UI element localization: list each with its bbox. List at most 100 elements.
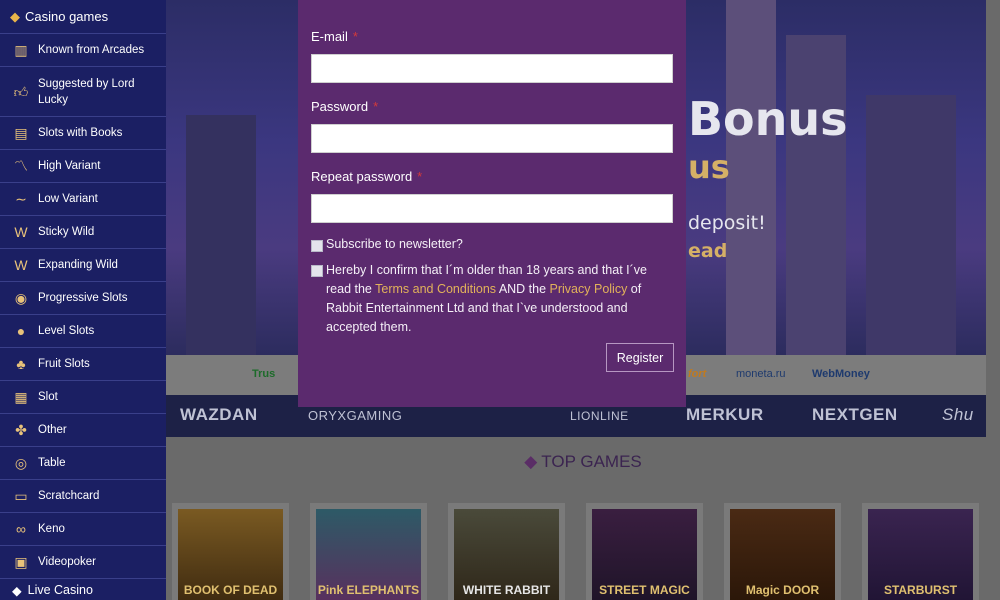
- provider-merkur[interactable]: MERKUR: [686, 405, 764, 425]
- game-card[interactable]: Pink ELEPHANTS: [310, 503, 427, 600]
- sidebar-header-label: Casino games: [25, 9, 109, 24]
- game-thumbnail: Magic DOOR: [730, 509, 835, 600]
- dice-icon: ◆: [10, 8, 20, 24]
- sidebar-item-label: Expanding Wild: [38, 259, 118, 271]
- dice-icon: ◆: [524, 452, 538, 471]
- hero-link[interactable]: ead: [688, 240, 727, 262]
- repeat-password-field[interactable]: [311, 194, 673, 223]
- sidebar-item-label: Low Variant: [38, 193, 98, 205]
- provider-wazdan[interactable]: WAZDAN: [180, 405, 258, 425]
- sidebar-item-slot[interactable]: ▦ Slot: [0, 381, 166, 414]
- trend-high-icon: 〽: [14, 158, 28, 174]
- sidebar-item-level-slots[interactable]: ● Level Slots: [0, 315, 166, 348]
- sidebar-item-live-casino[interactable]: ◆ Live Casino: [0, 579, 166, 600]
- sidebar-item-fruit-slots[interactable]: ♣ Fruit Slots: [0, 348, 166, 381]
- game-card[interactable]: STREET MAGIC: [586, 503, 703, 600]
- provider-shuffle[interactable]: Shu: [942, 405, 974, 425]
- password-label-text: Password: [311, 99, 369, 114]
- provider-oryx[interactable]: ORYXGAMING: [308, 408, 402, 423]
- webmoney-logo: WebMoney: [812, 368, 870, 380]
- password-label: Password *: [311, 99, 378, 114]
- sidebar-item-table[interactable]: ◎ Table: [0, 447, 166, 480]
- email-label: E-mail *: [311, 29, 358, 44]
- game-card[interactable]: STARBURST: [862, 503, 979, 600]
- sidebar-item-label: Keno: [38, 523, 65, 535]
- clover-icon: ✤: [15, 422, 27, 438]
- game-thumbnail: STREET MAGIC: [592, 509, 697, 600]
- top-games-heading: ◆ TOP GAMES: [166, 452, 1000, 472]
- newsletter-checkbox[interactable]: [311, 240, 323, 252]
- repeat-password-label: Repeat password *: [311, 169, 422, 184]
- book-icon: ▤: [14, 125, 28, 141]
- sidebar-item-slots-with-books[interactable]: ▤ Slots with Books: [0, 117, 166, 150]
- provider-lionline[interactable]: LIONLINE: [570, 409, 629, 423]
- hero-subtitle: us: [688, 148, 730, 186]
- sidebar-item-videopoker[interactable]: ▣ Videopoker: [0, 546, 166, 579]
- expanding-wild-icon: W: [14, 257, 28, 273]
- game-card[interactable]: BOOK OF DEAD: [172, 503, 289, 600]
- sidebar-header-casino-games[interactable]: ◆ Casino games: [0, 0, 166, 34]
- password-field[interactable]: [311, 124, 673, 153]
- sidebar-item-low-variant[interactable]: ∼ Low Variant: [0, 183, 166, 216]
- top-games-list: BOOK OF DEAD Pink ELEPHANTS WHITE RABBIT…: [172, 503, 979, 600]
- newsletter-label: Subscribe to newsletter?: [326, 237, 463, 251]
- required-mark: *: [352, 29, 358, 44]
- payment-logo: fort: [688, 368, 707, 380]
- sidebar-item-known-from-arcades[interactable]: ▥ Known from Arcades: [0, 34, 166, 67]
- hero-building: [726, 0, 776, 355]
- hero-building: [786, 35, 846, 355]
- sidebar-item-label: Suggested by Lord Lucky: [38, 77, 135, 106]
- sidebar-item-sticky-wild[interactable]: W Sticky Wild: [0, 216, 166, 249]
- sidebar-item-label: Level Slots: [38, 325, 95, 337]
- trend-low-icon: ∼: [15, 191, 27, 207]
- hero-text: deposit!: [688, 212, 766, 234]
- provider-nextgen[interactable]: NEXTGEN: [812, 405, 898, 425]
- game-thumbnail: BOOK OF DEAD: [178, 509, 283, 600]
- age-terms-checkbox[interactable]: [311, 265, 323, 277]
- wild-icon: W: [14, 224, 28, 240]
- game-thumbnail: STARBURST: [868, 509, 973, 600]
- game-card[interactable]: Magic DOOR: [724, 503, 841, 600]
- roulette-icon: ◎: [14, 455, 28, 471]
- game-card[interactable]: WHITE RABBIT: [448, 503, 565, 600]
- email-field[interactable]: [311, 54, 673, 83]
- trustly-logo: Trus: [252, 368, 276, 380]
- sidebar-item-suggested-by-lord-lucky[interactable]: 👍︎ Suggested by Lord Lucky: [0, 67, 166, 117]
- required-mark: *: [373, 99, 379, 114]
- scratchcard-icon: ▭: [14, 488, 28, 504]
- repeat-password-label-text: Repeat password: [311, 169, 413, 184]
- registration-modal: E-mail * Password * Repeat password * Subsc…: [298, 0, 686, 407]
- required-mark: *: [417, 169, 423, 184]
- sidebar-item-label: Scratchcard: [38, 490, 100, 502]
- sidebar-item-label: Live Casino: [27, 583, 93, 597]
- privacy-link[interactable]: Privacy Policy: [550, 282, 628, 296]
- sidebar-item-label: Videopoker: [38, 556, 96, 568]
- game-thumbnail: WHITE RABBIT: [454, 509, 559, 600]
- live-casino-icon: ◆: [12, 583, 22, 598]
- sidebar-item-label: Progressive Slots: [38, 292, 128, 304]
- top-games-title: TOP GAMES: [541, 452, 642, 471]
- terms-link[interactable]: Terms and Conditions: [375, 282, 496, 296]
- register-button[interactable]: Register: [606, 343, 674, 372]
- sidebar-item-label: Other: [38, 424, 67, 436]
- hero-title: Bonus: [688, 92, 848, 146]
- sidebar-item-expanding-wild[interactable]: W Expanding Wild: [0, 249, 166, 282]
- email-label-text: E-mail: [311, 29, 348, 44]
- sidebar-item-progressive-slots[interactable]: ◉ Progressive Slots: [0, 282, 166, 315]
- sidebar-item-label: Fruit Slots: [38, 358, 90, 370]
- keno-icon: ∞: [16, 521, 26, 537]
- sidebar-item-label: Slot: [38, 391, 58, 403]
- progressive-icon: ◉: [14, 290, 28, 306]
- sidebar-item-keno[interactable]: ∞ Keno: [0, 513, 166, 546]
- game-thumbnail: Pink ELEPHANTS: [316, 509, 421, 600]
- sidebar-item-high-variant[interactable]: 〽 High Variant: [0, 150, 166, 183]
- arcade-icon: ▥: [14, 42, 28, 58]
- sidebar-item-other[interactable]: ✤ Other: [0, 414, 166, 447]
- slot-machine-icon: ▦: [14, 389, 28, 405]
- videopoker-icon: ▣: [14, 554, 28, 570]
- sidebar-item-label: Table: [38, 457, 66, 469]
- sidebar-item-scratchcard[interactable]: ▭ Scratchcard: [0, 480, 166, 513]
- sidebar-item-label: Known from Arcades: [38, 44, 145, 56]
- moneta-logo: moneta.ru: [736, 368, 786, 380]
- confirm-text: AND the: [496, 282, 550, 296]
